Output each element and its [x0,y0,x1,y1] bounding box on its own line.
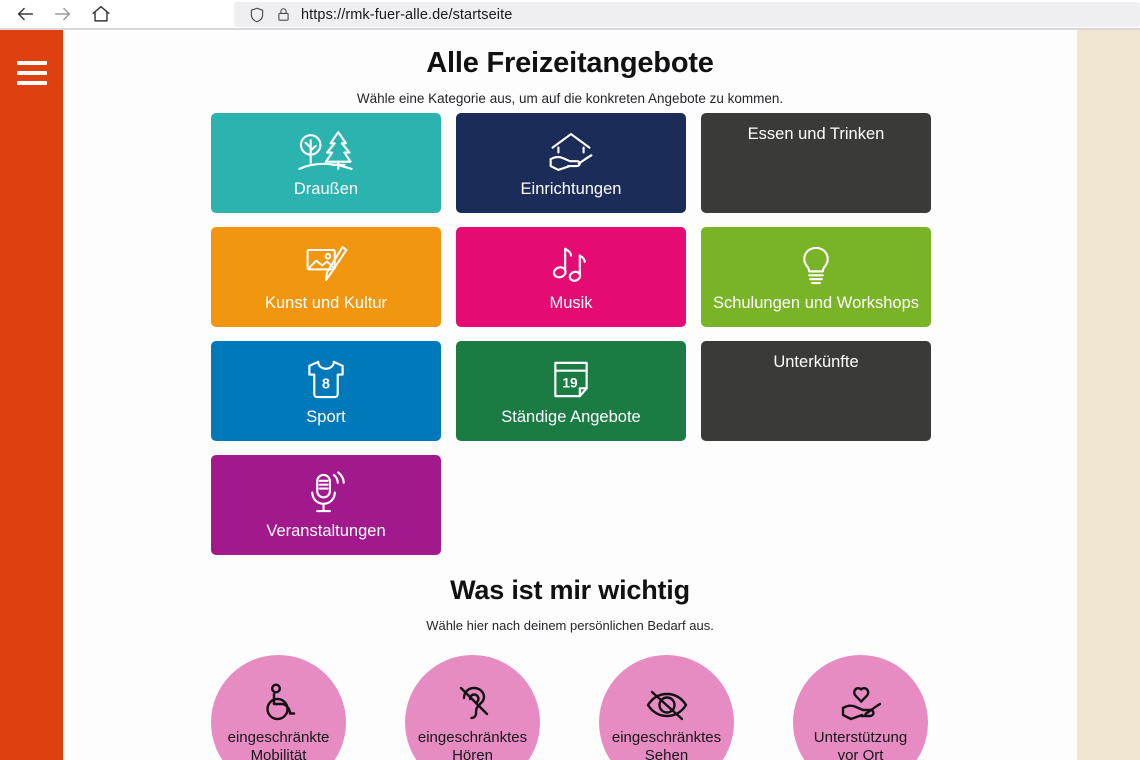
hand-heart-icon [839,681,883,723]
lock-icon[interactable] [275,6,292,23]
category-tile-musik[interactable]: Musik [456,227,686,327]
need-label: eingeschränkte Mobilität [227,728,330,760]
microphone-icon [301,470,351,518]
ear-slash-icon [453,681,493,723]
svg-text:19: 19 [562,376,578,391]
picture-brush-icon [295,242,357,290]
hamburger-bar [17,61,47,65]
category-tile-essen-und-trinken[interactable]: Essen und Trinken [701,113,931,213]
category-label: Musik [549,293,593,312]
browser-toolbar: https://rmk-fuer-alle.de/startseite [0,0,1140,28]
hamburger-bar [17,81,47,85]
category-label: Sport [306,407,346,426]
arrow-right-icon[interactable] [52,3,74,25]
category-row: Veranstaltungen [211,455,931,555]
eye-slash-icon [645,681,689,723]
jersey-icon: 8 [301,356,351,404]
category-label: Draußen [293,179,359,198]
category-label: Ständige Angebote [501,407,641,426]
category-label: Einrichtungen [520,179,622,198]
category-row: 8 Sport 19 Ständige Angebote Unterkünfte [211,341,931,441]
category-label: Kunst und Kultur [265,293,387,312]
page-title: Alle Freizeitangebote [426,47,714,79]
need-item-mobilitaet[interactable]: eingeschränkte Mobilität [211,655,346,760]
home-icon[interactable] [90,3,112,25]
category-tile-kunst-und-kultur[interactable]: Kunst und Kultur [211,227,441,327]
category-tile-veranstaltungen[interactable]: Veranstaltungen [211,455,441,555]
category-label: Veranstaltungen [266,521,386,540]
address-bar[interactable]: https://rmk-fuer-alle.de/startseite [234,2,1140,27]
trees-icon [293,128,359,176]
needs-list: eingeschränkte Mobilität eingeschränktes H… [211,655,991,760]
music-notes-icon [546,242,596,290]
page-subtitle: Wähle eine Kategorie aus, um auf die kon… [356,91,784,106]
category-grid: Draußen Einrichtungen Essen und Trinken … [211,113,931,555]
need-item-sehen[interactable]: eingeschränktes Sehen [599,655,734,760]
need-label: eingeschränktes Hören [417,728,528,760]
lightbulb-icon [794,242,838,290]
house-hand-icon [540,128,602,176]
left-sidebar [0,30,63,760]
url-text: https://rmk-fuer-alle.de/startseite [301,6,513,23]
category-tile-unterkuenfte[interactable]: Unterkünfte [701,341,931,441]
web-page: Alle Freizeitangebote Wähle eine Kategor… [0,30,1140,760]
category-tile-draussen[interactable]: Draußen [211,113,441,213]
needs-subtitle: Wähle hier nach deinem persönlichen Beda… [426,618,714,633]
category-tile-sport[interactable]: 8 Sport [211,341,441,441]
category-row: Kunst und Kultur Musik Schulungen und Wo… [211,227,931,327]
category-label: Unterkünfte [773,353,859,371]
arrow-left-icon[interactable] [14,3,36,25]
browser-window: https://rmk-fuer-alle.de/startseite Alle… [0,0,1140,760]
svg-text:8: 8 [322,377,330,393]
hamburger-menu-icon[interactable] [17,61,47,85]
category-tile-staendige-angebote[interactable]: 19 Ständige Angebote [456,341,686,441]
category-row: Draußen Einrichtungen Essen und Trinken [211,113,931,213]
category-tile-einrichtungen[interactable]: Einrichtungen [456,113,686,213]
category-label: Essen und Trinken [747,125,885,143]
need-item-hoeren[interactable]: eingeschränktes Hören [405,655,540,760]
right-panel [1077,30,1140,760]
calendar-19-icon: 19 [548,356,594,404]
hamburger-bar [17,71,47,75]
needs-title: Was ist mir wichtig [450,575,690,605]
need-label: eingeschränktes Sehen [611,728,722,760]
category-tile-schulungen-und-workshops[interactable]: Schulungen und Workshops [701,227,931,327]
shield-icon[interactable] [248,6,266,24]
category-label: Schulungen und Workshops [712,293,920,312]
wheelchair-icon [259,681,299,723]
need-item-unterstuetzung[interactable]: Unterstützung vor Ort [793,655,928,760]
need-label: Unterstützung vor Ort [813,728,908,760]
page-content: Alle Freizeitangebote Wähle eine Kategor… [63,30,1077,760]
